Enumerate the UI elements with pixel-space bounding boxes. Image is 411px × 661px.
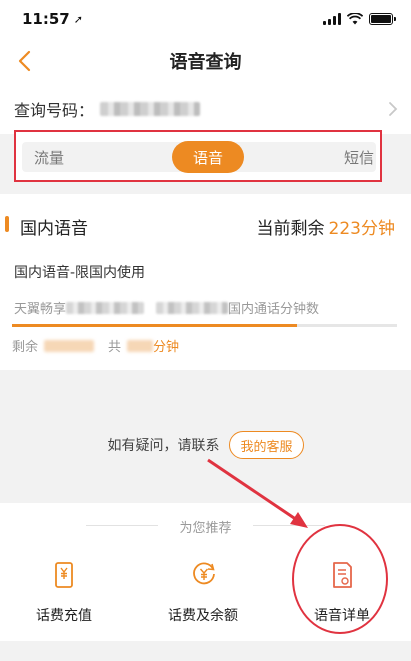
remaining-label: 当前剩余 xyxy=(256,219,325,239)
page-title: 语音查询 xyxy=(169,52,242,73)
masked-phone-number xyxy=(100,102,201,116)
status-time: 11:57 ➚ xyxy=(22,10,83,28)
yuan-circle-icon xyxy=(193,562,215,585)
usage-progress-fill xyxy=(12,324,297,327)
remaining-summary: 当前剩余 223分钟 xyxy=(257,214,395,239)
chevron-right-icon[interactable] xyxy=(387,100,399,118)
back-arrow-icon[interactable] xyxy=(14,48,38,74)
section-accent-bar xyxy=(5,216,9,232)
location-icon: ➚ xyxy=(73,12,83,26)
query-number-label: 查询号码： xyxy=(14,101,95,120)
recommend-section: 为您推荐 话费充值 话费及余额 语音详单 xyxy=(0,503,411,641)
masked-package-text-2 xyxy=(156,301,229,314)
signal-icon xyxy=(323,13,341,25)
total-suffix: 分钟 xyxy=(153,340,180,355)
recommend-label: 语音详单 xyxy=(314,608,370,624)
divider-line xyxy=(253,525,325,526)
contact-row: 如有疑问，请联系 我的客服 xyxy=(0,428,411,462)
customer-service-button[interactable]: 我的客服 xyxy=(229,431,304,459)
masked-total-value xyxy=(127,339,154,352)
recommend-item-balance[interactable]: 话费及余额 xyxy=(148,561,258,631)
recommend-label: 话费及余额 xyxy=(168,608,238,624)
recommend-title: 为您推荐 xyxy=(179,521,232,536)
masked-remain-value xyxy=(44,339,95,352)
card-title: 国内语音 xyxy=(20,219,88,239)
usage-line: 剩余 共 分钟 xyxy=(12,336,179,355)
wifi-icon xyxy=(347,13,363,25)
tab-voice[interactable]: 语音 xyxy=(172,141,244,173)
tab-data-flow[interactable]: 流量 xyxy=(34,147,64,168)
total-prefix: 共 xyxy=(108,340,122,355)
package-desc-prefix: 天翼畅享 xyxy=(14,302,67,317)
tab-sms[interactable]: 短信 xyxy=(344,147,374,168)
recommend-label: 话费充值 xyxy=(36,608,92,624)
tab-switcher: 流量 语音 短信 xyxy=(22,141,376,173)
recommend-item-voice-detail[interactable]: 语音详单 xyxy=(287,561,397,631)
status-icons xyxy=(323,13,396,25)
tab-switcher-highlight: 流量 语音 短信 xyxy=(14,130,382,182)
package-description: 天翼畅享 国内通话分钟数 xyxy=(14,298,319,317)
remain-prefix: 剩余 xyxy=(12,340,39,355)
package-desc-suffix: 国内通话分钟数 xyxy=(228,302,320,317)
bottom-strip xyxy=(0,641,411,661)
phone-yuan-icon xyxy=(55,562,73,588)
recommend-item-recharge[interactable]: 话费充值 xyxy=(9,561,119,631)
voice-usage-card: 国内语音 当前剩余 223分钟 国内语音-限国内使用 天翼畅享 国内通话分钟数 剩… xyxy=(0,194,411,370)
time-text: 11:57 xyxy=(22,10,70,28)
contact-text: 如有疑问，请联系 xyxy=(107,438,220,454)
query-number-row[interactable]: 查询号码： xyxy=(0,84,411,134)
status-bar: 11:57 ➚ xyxy=(0,0,411,38)
card-header: 国内语音 当前剩余 223分钟 xyxy=(0,208,411,246)
masked-package-text xyxy=(66,301,145,314)
voice-detail-icon xyxy=(333,562,352,588)
battery-icon xyxy=(369,13,396,25)
usage-progress-bar xyxy=(12,324,397,327)
remaining-value: 223分钟 xyxy=(328,219,395,239)
nav-bar: 语音查询 xyxy=(0,38,411,84)
package-name: 国内语音-限国内使用 xyxy=(14,265,146,281)
recommend-title-row: 为您推荐 xyxy=(0,515,411,536)
